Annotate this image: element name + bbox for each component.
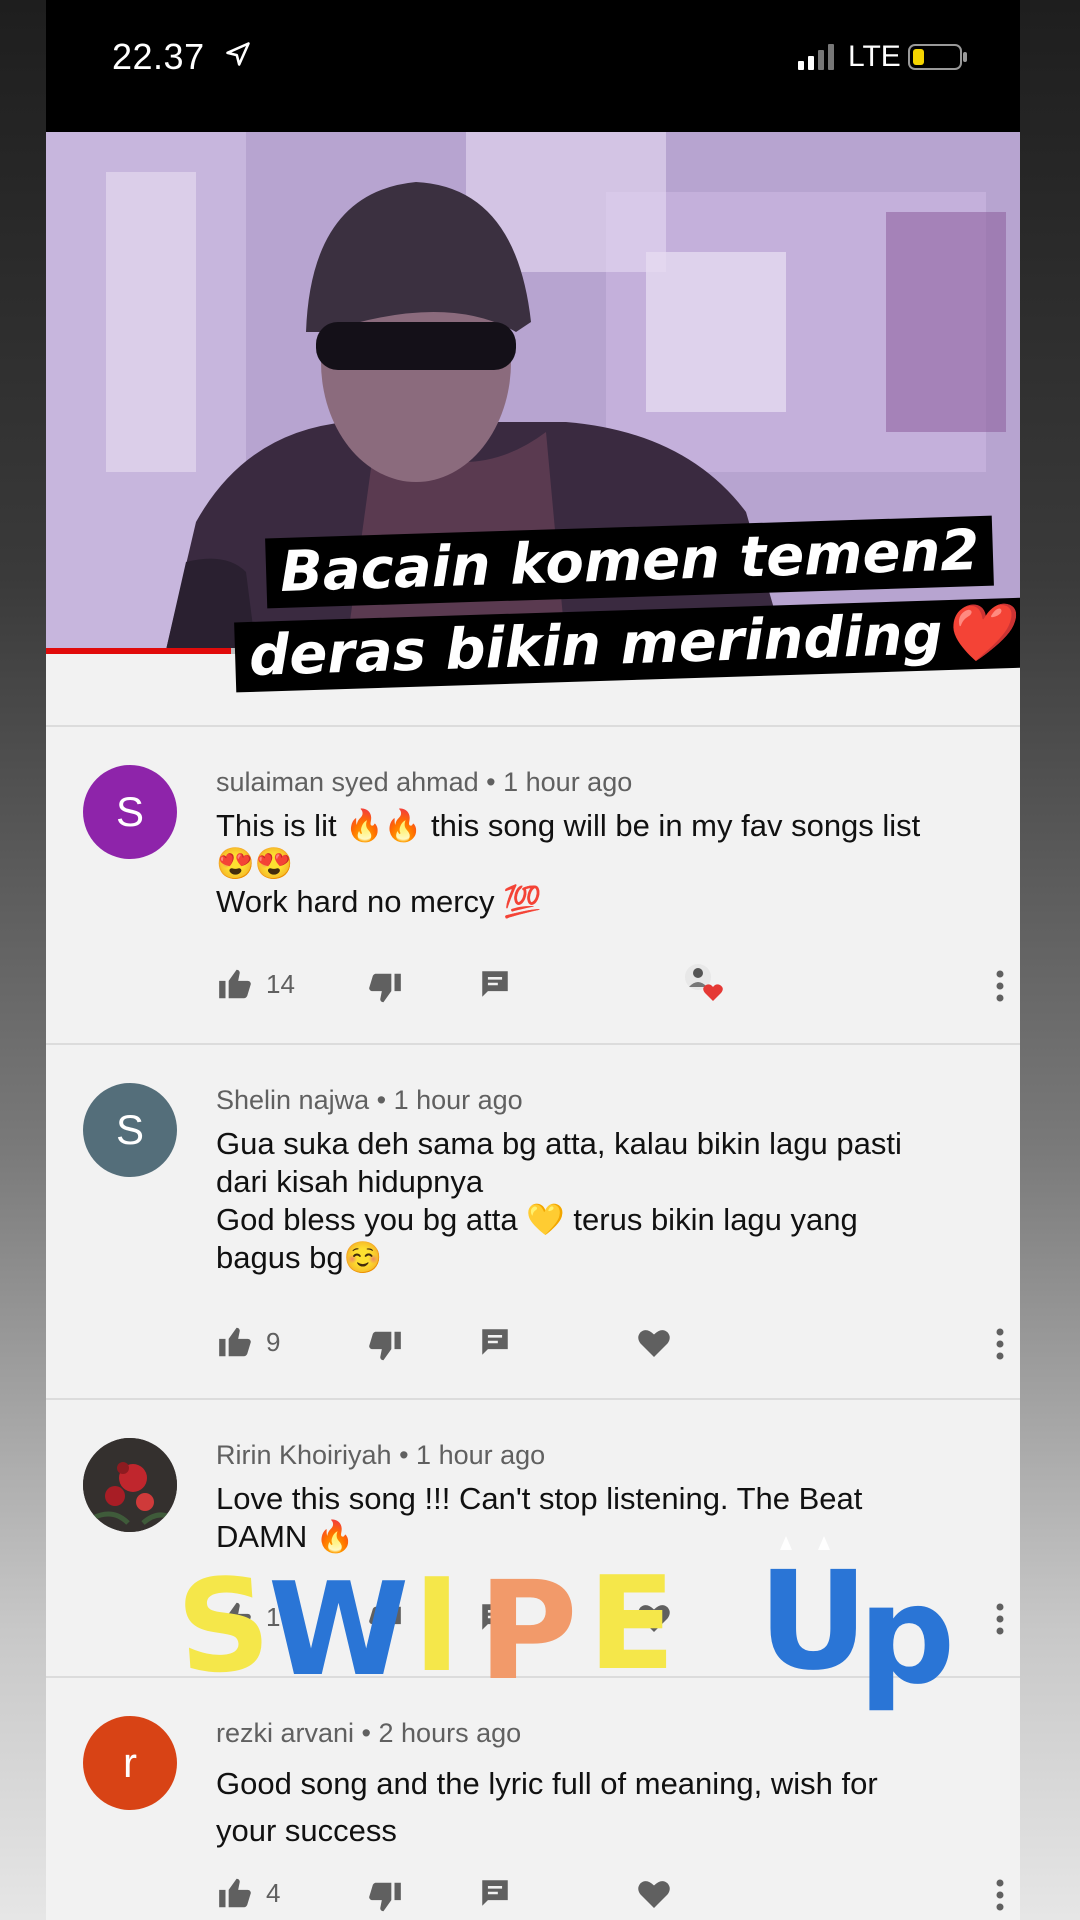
heart-icon: [638, 1605, 670, 1632]
comment-time: 1 hour ago: [393, 1085, 523, 1115]
creator-avatar-icon: [685, 964, 723, 1001]
story-frame: 22.37 LTE S sulaiman syed ahmad • 1 hour…: [46, 0, 1020, 1920]
like-count: 9: [266, 1326, 281, 1357]
thumbs-down-icon: [369, 1882, 401, 1912]
reply-button[interactable]: [478, 1876, 512, 1910]
more-options-icon[interactable]: [994, 1602, 1006, 1640]
comment-meta: Shelin najwa • 1 hour ago: [216, 1085, 523, 1115]
creator-heart-badge: [683, 961, 723, 1005]
comment-line: This is lit 🔥🔥 this song will be in my f…: [216, 808, 921, 843]
like-count: 4: [266, 1877, 281, 1908]
comment-line: Gua suka deh sama bg atta, kalau bikin l…: [216, 1126, 902, 1161]
avatar[interactable]: S: [83, 765, 177, 859]
thumbs-up-icon: [219, 1602, 251, 1632]
comment-meta: sulaiman syed ahmad • 1 hour ago: [216, 767, 633, 797]
comment-author[interactable]: Shelin najwa: [216, 1085, 369, 1115]
comment-icon: [482, 1329, 508, 1355]
reply-button[interactable]: [478, 967, 512, 1001]
heart-icon: [638, 1330, 670, 1357]
avatar[interactable]: S: [83, 1083, 177, 1177]
heart-button[interactable]: [636, 1325, 672, 1359]
thumbs-up-icon: [219, 1327, 251, 1357]
divider: [46, 1043, 1020, 1045]
divider: [46, 725, 1020, 727]
status-bar: 22.37 LTE: [46, 0, 1020, 132]
like-count: 1: [266, 1601, 281, 1632]
like-button[interactable]: 1: [216, 1598, 280, 1636]
comment-line: bagus bg☺️: [216, 1240, 383, 1275]
comment-actions: 1: [216, 1598, 1016, 1642]
comment-icon: [482, 1604, 508, 1630]
heart-button[interactable]: [636, 1600, 672, 1634]
like-count: 14: [266, 968, 295, 999]
avatar-letter: S: [115, 788, 144, 835]
comment-time: 1 hour ago: [503, 767, 633, 797]
comment-actions: 9: [216, 1323, 1016, 1367]
avatar[interactable]: r: [83, 1716, 177, 1810]
avatar-letter: S: [115, 1106, 144, 1153]
dislike-button[interactable]: [366, 1327, 404, 1365]
comment-line: Good song and the lyric full of meaning,…: [216, 1766, 878, 1801]
reply-button[interactable]: [478, 1600, 512, 1634]
like-button[interactable]: 4: [216, 1874, 280, 1912]
video-progress-fill: [46, 648, 232, 654]
avatar[interactable]: [83, 1438, 177, 1532]
network-type: LTE: [848, 40, 901, 73]
comment-line: 😍😍: [216, 846, 294, 881]
divider: [46, 1676, 1020, 1678]
location-arrow-icon: [226, 42, 250, 66]
comment-time: 2 hours ago: [378, 1718, 522, 1748]
avatar-letter: r: [123, 1739, 137, 1786]
more-options-icon[interactable]: [994, 1878, 1006, 1916]
more-options-icon[interactable]: [994, 969, 1006, 1007]
thumbs-down-icon: [369, 973, 401, 1003]
like-button[interactable]: 9: [216, 1323, 280, 1361]
comment-line: Love this song !!! Can't stop listening.…: [216, 1481, 863, 1516]
dislike-button[interactable]: [366, 1602, 404, 1640]
like-button[interactable]: 14: [216, 965, 295, 1003]
reply-button[interactable]: [478, 1325, 512, 1359]
comment-time: 1 hour ago: [416, 1440, 546, 1470]
comment-meta: Ririn Khoiriyah • 1 hour ago: [216, 1440, 546, 1470]
comment-line: dari kisah hidupnya: [216, 1164, 484, 1199]
red-heart-emoji: ❤️: [941, 600, 1014, 668]
comment-author[interactable]: sulaiman syed ahmad: [216, 767, 479, 797]
rose-photo-avatar: [83, 1438, 177, 1532]
comment-line: Work hard no mercy 💯: [216, 884, 542, 919]
comment-author[interactable]: rezki arvani: [216, 1718, 354, 1748]
heart-button[interactable]: [636, 1876, 672, 1910]
more-options-icon[interactable]: [994, 1327, 1006, 1365]
comment-author[interactable]: Ririn Khoiriyah: [216, 1440, 392, 1470]
thumbs-down-icon: [369, 1606, 401, 1636]
comment-line: your success: [216, 1813, 397, 1848]
thumbs-up-icon: [219, 1878, 251, 1908]
heart-icon: [638, 1881, 670, 1908]
comment-text: Good song and the lyric full of meaning,…: [216, 1760, 996, 1854]
thumbs-down-icon: [369, 1331, 401, 1361]
battery-icon: [908, 44, 967, 70]
comment-text: This is lit 🔥🔥 this song will be in my f…: [216, 807, 996, 921]
comment-line: God bless you bg atta 💛 terus bikin lagu…: [216, 1202, 858, 1237]
thumbs-up-icon: [219, 969, 251, 999]
clock: 22.37: [112, 36, 205, 77]
dislike-button[interactable]: [366, 1878, 404, 1916]
dislike-button[interactable]: [366, 969, 404, 1007]
comment-meta: rezki arvani • 2 hours ago: [216, 1718, 522, 1748]
comment-text: Gua suka deh sama bg atta, kalau bikin l…: [216, 1125, 996, 1277]
signal-icon: [798, 44, 834, 70]
comment-line: DAMN 🔥: [216, 1519, 355, 1554]
comment-text: Love this song !!! Can't stop listening.…: [216, 1480, 996, 1556]
comment-actions: 14: [216, 964, 1016, 1009]
comment-icon: [482, 971, 508, 997]
comment-icon: [482, 1880, 508, 1906]
comment-actions: 4: [216, 1874, 1016, 1918]
divider: [46, 1398, 1020, 1400]
